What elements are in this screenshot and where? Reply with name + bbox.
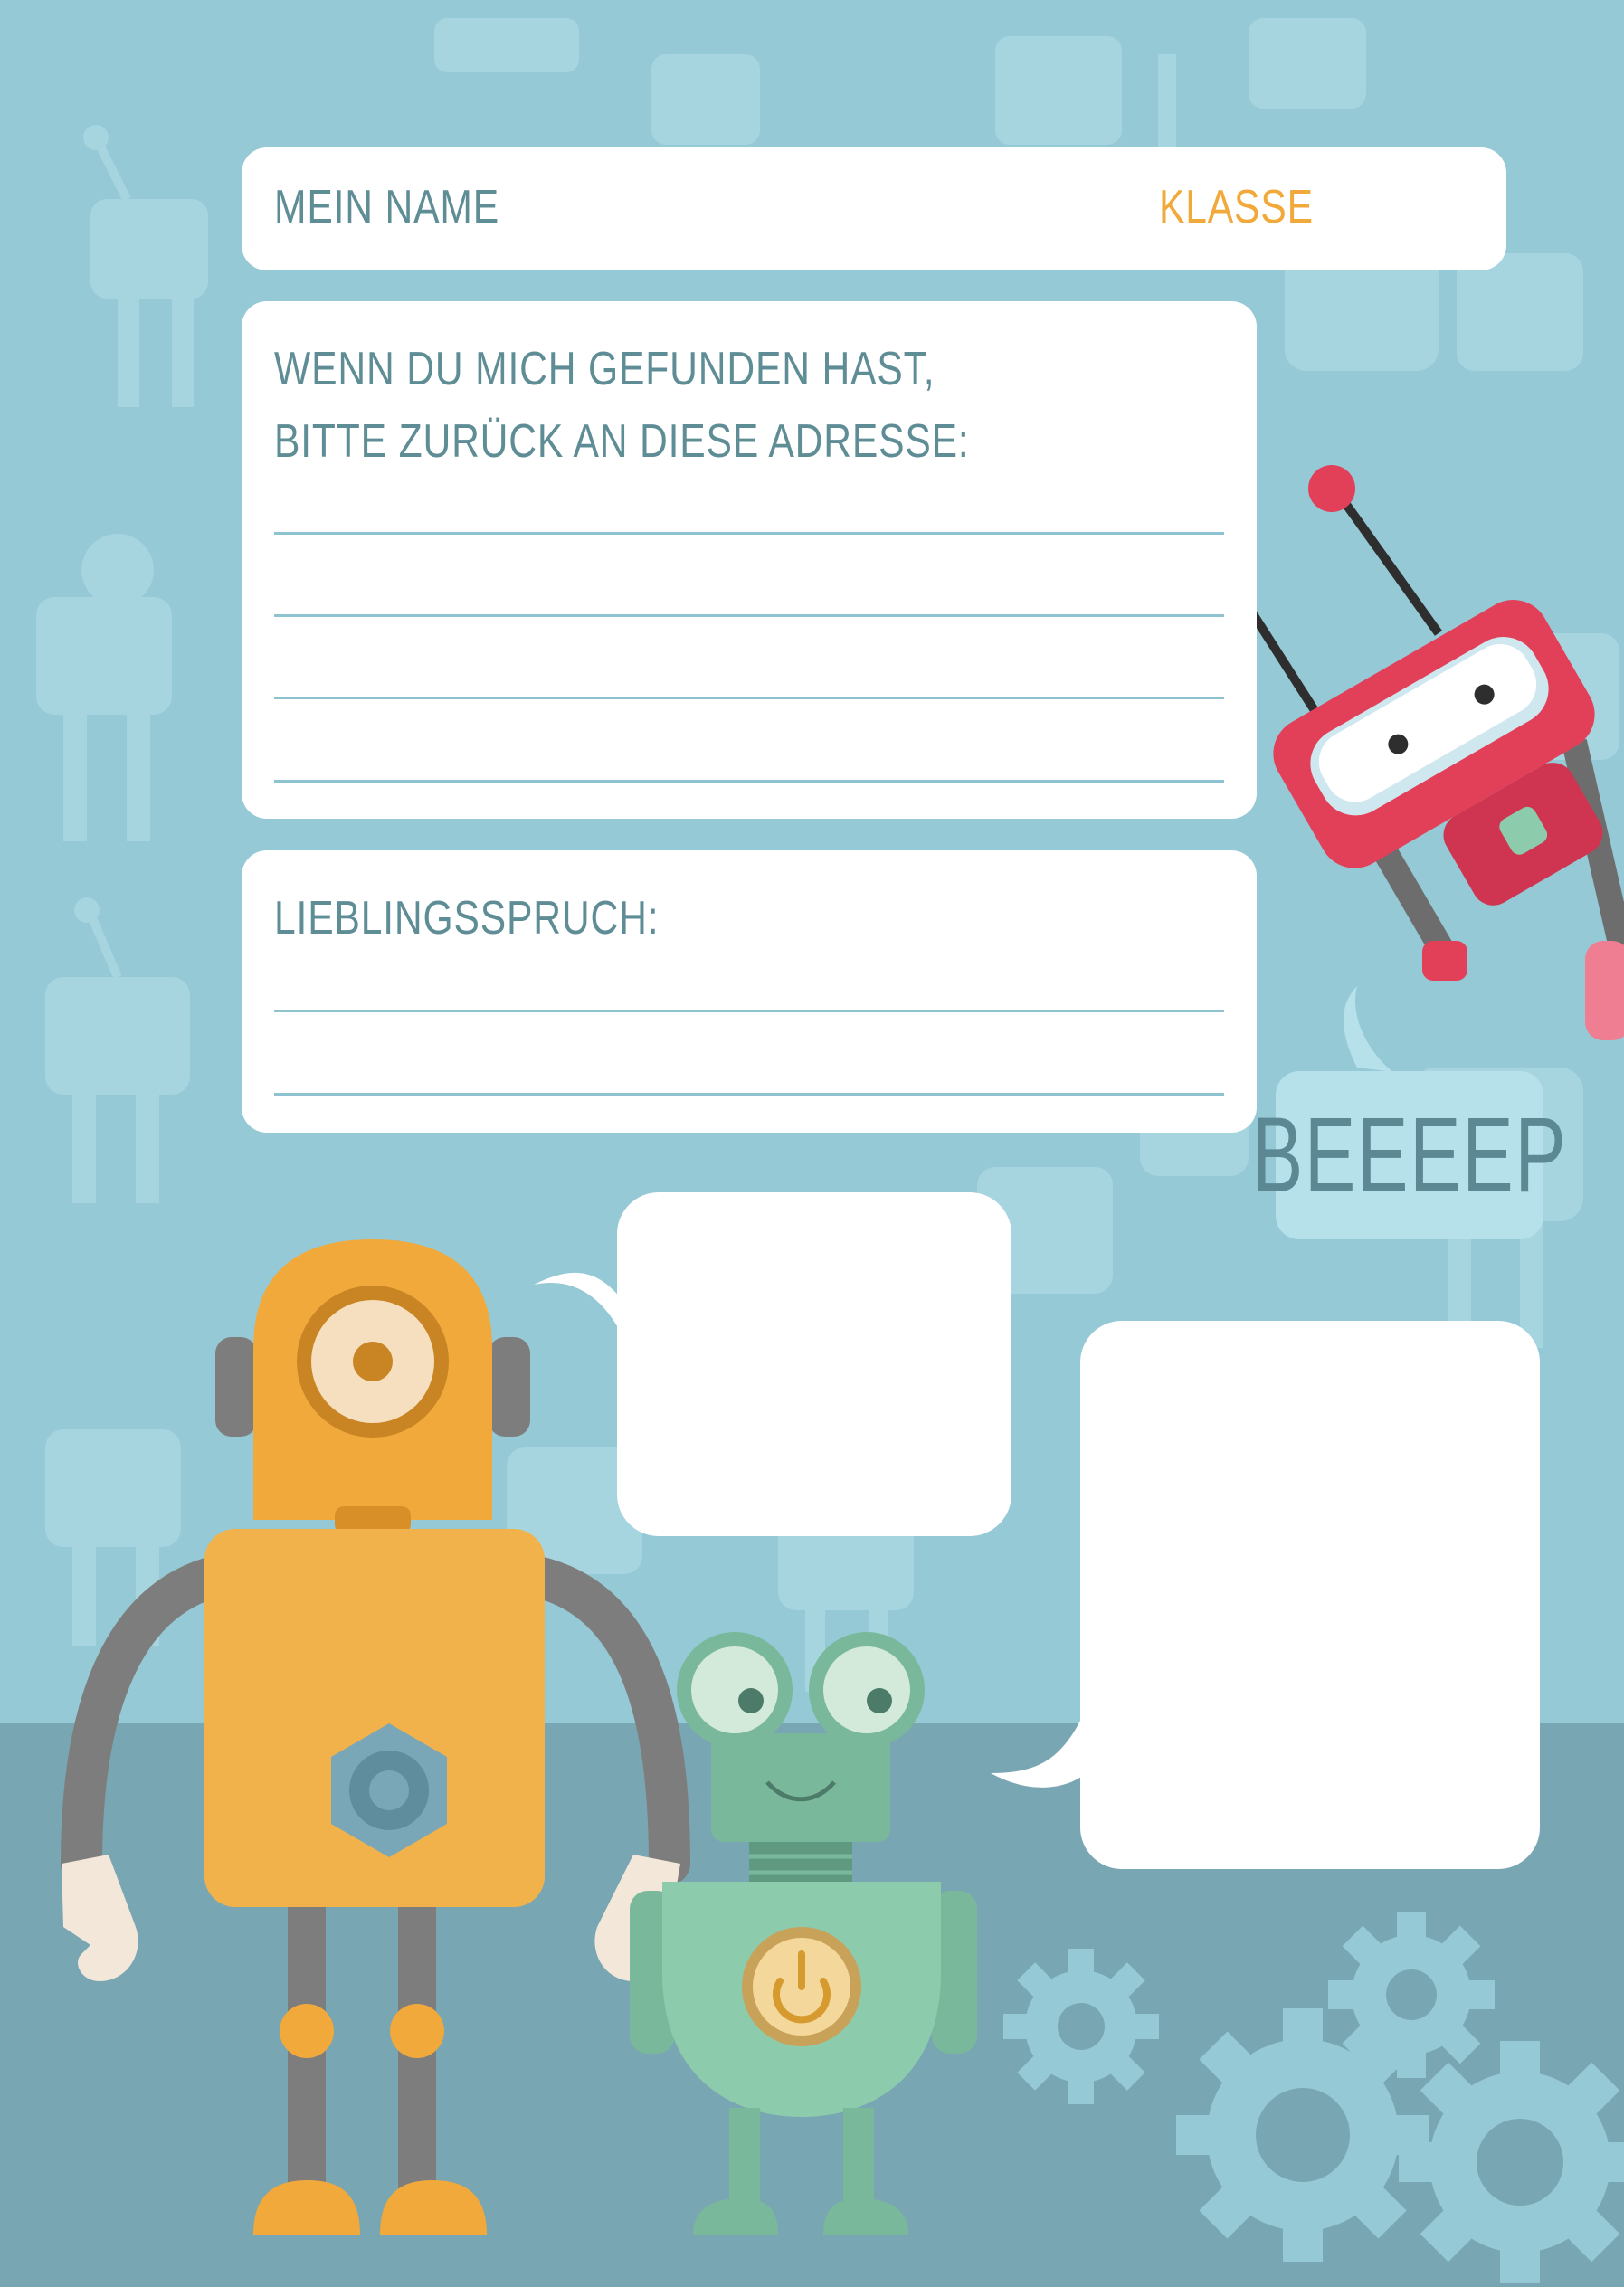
motto-writing-line-2[interactable] xyxy=(274,1093,1224,1096)
speech-bubble-green-robot[interactable] xyxy=(1080,1321,1540,1869)
speech-bubble-orange-robot[interactable] xyxy=(617,1192,1011,1536)
motto-label: LIEBLINGSSPRUCH: xyxy=(274,892,660,944)
beep-speech-bubble: BEEEEP xyxy=(1251,1071,1568,1239)
address-writing-line-3[interactable] xyxy=(274,697,1224,699)
beep-text: BEEEEP xyxy=(1251,1096,1568,1215)
name-tag-page: MEIN NAME KLASSE WENN DU MICH GEFUNDEN H… xyxy=(0,0,1624,2287)
address-writing-line-2[interactable] xyxy=(274,614,1224,617)
address-instruction-line1: WENN DU MICH GEFUNDEN HAST, xyxy=(274,343,935,395)
address-writing-line-4[interactable] xyxy=(274,780,1224,783)
motto-writing-line-1[interactable] xyxy=(274,1010,1224,1012)
address-writing-line-1[interactable] xyxy=(274,532,1224,535)
address-instruction-line2: BITTE ZURÜCK AN DIESE ADRESSE: xyxy=(274,415,970,468)
class-label: KLASSE xyxy=(1159,181,1314,233)
name-label: MEIN NAME xyxy=(274,181,500,233)
header-card: MEIN NAME KLASSE xyxy=(242,147,1506,270)
gear-small xyxy=(1003,1949,1159,2104)
